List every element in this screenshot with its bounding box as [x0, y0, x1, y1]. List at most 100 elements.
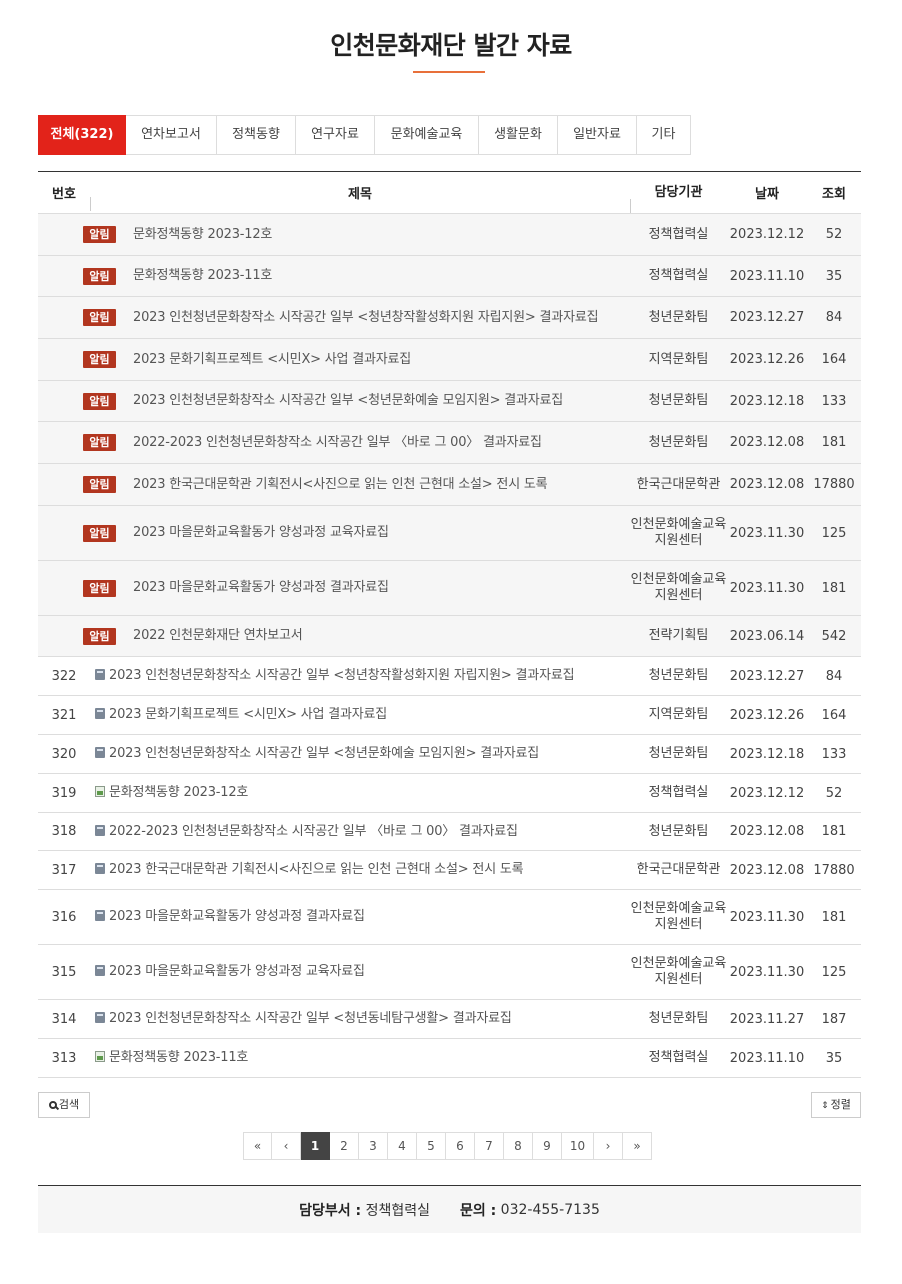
page-2-button[interactable]: 2: [330, 1132, 359, 1160]
row-title-label[interactable]: 2023 인천청년문화창작소 시작공간 일부 <청년창작활성화지원 자립지원> …: [109, 668, 575, 683]
row-title-text[interactable]: 문화정책동향 2023-12호: [133, 227, 272, 243]
row-title-label[interactable]: 문화정책동향 2023-12호: [109, 785, 248, 800]
row-hits: 17880: [813, 477, 855, 492]
row-title-text[interactable]: 2023 인천청년문화창작소 시작공간 일부 <청년창작활성화지원 자립지원> …: [133, 310, 599, 326]
row-title[interactable]: 알림 2023 인천청년문화창작소 시작공간 일부 <청년창작활성화지원 자립지원…: [83, 309, 630, 326]
row-dept: 청년문화팀: [648, 309, 709, 325]
page-first-button[interactable]: «: [243, 1132, 272, 1160]
table-row[interactable]: 317 2023 한국근대문학관 기획전시<사진으로 읽는 인천 근현대 소설> …: [38, 851, 861, 890]
page-9-button[interactable]: 9: [533, 1132, 562, 1160]
tab-research[interactable]: 연구자료: [296, 115, 375, 155]
row-title-label[interactable]: 2023 마을문화교육활동가 양성과정 결과자료집: [109, 909, 365, 924]
row-title[interactable]: 알림 문화정책동향 2023-11호: [83, 267, 630, 285]
page-5-button[interactable]: 5: [417, 1132, 446, 1160]
search-button[interactable]: 검색: [38, 1092, 90, 1118]
notice-row[interactable]: 알림 문화정책동향 2023-11호 정책협력실 2023.11.10 35: [38, 256, 861, 297]
row-title[interactable]: 알림 2022-2023 인천청년문화창작소 시작공간 일부 〈바로 그 00〉 …: [83, 434, 630, 451]
row-title[interactable]: 2023 인천청년문화창작소 시작공간 일부 <청년문화예술 모임지원> 결과자…: [90, 746, 630, 762]
notice-row[interactable]: 알림 2023 마을문화교육활동가 양성과정 교육자료집 인천문화예술교육지원센터 2…: [38, 506, 861, 561]
tab-arts-education[interactable]: 문화예술교육: [375, 115, 479, 155]
row-title-text[interactable]: 문화정책동향 2023-11호: [95, 1050, 248, 1066]
row-title-text[interactable]: 2023 문화기획프로젝트 <시민X> 사업 결과자료집: [95, 707, 387, 723]
table-row[interactable]: 314 2023 인천청년문화창작소 시작공간 일부 <청년동네탐구생활> 결과자…: [38, 1000, 861, 1039]
row-title-label[interactable]: 2022-2023 인천청년문화창작소 시작공간 일부 〈바로 그 00〉 결과…: [109, 824, 518, 839]
row-title[interactable]: 알림 2023 인천청년문화창작소 시작공간 일부 <청년문화예술 모임지원> 결…: [83, 392, 630, 410]
notice-row[interactable]: 알림 2023 문화기획프로젝트 <시민X> 사업 결과자료집 지역문화팀 2023.…: [38, 339, 861, 381]
tab-etc[interactable]: 기타: [637, 115, 691, 155]
row-title[interactable]: 2022-2023 인천청년문화창작소 시작공간 일부 〈바로 그 00〉 결과…: [90, 824, 630, 840]
table-row[interactable]: 320 2023 인천청년문화창작소 시작공간 일부 <청년문화예술 모임지원> …: [38, 735, 861, 774]
page-next-button[interactable]: ›: [594, 1132, 623, 1160]
row-title[interactable]: 2023 문화기획프로젝트 <시민X> 사업 결과자료집: [90, 707, 630, 723]
row-title-label[interactable]: 문화정책동향 2023-11호: [109, 1050, 248, 1065]
row-title[interactable]: 알림 2023 문화기획프로젝트 <시민X> 사업 결과자료집: [83, 351, 630, 368]
row-num: 319: [51, 785, 77, 801]
table-row[interactable]: 321 2023 문화기획프로젝트 <시민X> 사업 결과자료집 지역문화팀 2023…: [38, 696, 861, 735]
row-title[interactable]: 문화정책동향 2023-11호: [90, 1050, 630, 1066]
row-title-text[interactable]: 문화정책동향 2023-12호: [95, 785, 248, 801]
table-row[interactable]: 318 2022-2023 인천청년문화창작소 시작공간 일부 〈바로 그 00〉…: [38, 813, 861, 851]
row-title[interactable]: 2023 인천청년문화창작소 시작공간 일부 <청년창작활성화지원 자립지원> …: [90, 668, 630, 684]
row-title-text[interactable]: 2022-2023 인천청년문화창작소 시작공간 일부 〈바로 그 00〉 결과…: [133, 435, 542, 451]
table-row[interactable]: 313 문화정책동향 2023-11호 정책협력실 2023.11.10 35: [38, 1039, 861, 1078]
row-title-label[interactable]: 2023 마을문화교육활동가 양성과정 교육자료집: [109, 964, 365, 979]
notice-row[interactable]: 알림 2023 한국근대문학관 기획전시<사진으로 읽는 인천 근현대 소설> 전…: [38, 464, 861, 506]
row-title-text[interactable]: 2022-2023 인천청년문화창작소 시작공간 일부 〈바로 그 00〉 결과…: [95, 824, 518, 840]
row-title[interactable]: 알림 2022 인천문화재단 연차보고서: [83, 627, 630, 645]
notice-row[interactable]: 알림 문화정책동향 2023-12호 정책협력실 2023.12.12 52: [38, 214, 861, 256]
row-title-label[interactable]: 2023 인천청년문화창작소 시작공간 일부 <청년동네탐구생활> 결과자료집: [109, 1011, 512, 1026]
row-title-text[interactable]: 2023 한국근대문학관 기획전시<사진으로 읽는 인천 근현대 소설> 전시 …: [95, 862, 524, 878]
tab-annual-report[interactable]: 연차보고서: [126, 115, 217, 155]
row-title-label[interactable]: 2023 인천청년문화창작소 시작공간 일부 <청년문화예술 모임지원> 결과자…: [109, 746, 539, 761]
table-row[interactable]: 319 문화정책동향 2023-12호 정책협력실 2023.12.12 52: [38, 774, 861, 813]
row-title-text[interactable]: 2023 인천청년문화창작소 시작공간 일부 <청년문화예술 모임지원> 결과자…: [95, 746, 539, 762]
notice-row[interactable]: 알림 2023 인천청년문화창작소 시작공간 일부 <청년문화예술 모임지원> 결…: [38, 381, 861, 422]
row-title[interactable]: 2023 마을문화교육활동가 양성과정 교육자료집: [90, 964, 630, 980]
page-1-button[interactable]: 1: [301, 1132, 330, 1160]
row-title-text[interactable]: 2022 인천문화재단 연차보고서: [133, 628, 303, 644]
row-title-text[interactable]: 2023 한국근대문학관 기획전시<사진으로 읽는 인천 근현대 소설> 전시 …: [133, 477, 548, 493]
row-title-text[interactable]: 문화정책동향 2023-11호: [133, 268, 272, 284]
row-title-text[interactable]: 2023 마을문화교육활동가 양성과정 교육자료집: [95, 964, 365, 980]
tab-general[interactable]: 일반자료: [558, 115, 637, 155]
notice-row[interactable]: 알림 2022-2023 인천청년문화창작소 시작공간 일부 〈바로 그 00〉 …: [38, 422, 861, 464]
tab-life-culture[interactable]: 생활문화: [479, 115, 558, 155]
page-last-button[interactable]: »: [623, 1132, 652, 1160]
row-title[interactable]: 알림 2023 마을문화교육활동가 양성과정 결과자료집: [83, 579, 630, 597]
row-title[interactable]: 문화정책동향 2023-12호: [90, 785, 630, 801]
row-title-text[interactable]: 2023 인천청년문화창작소 시작공간 일부 <청년창작활성화지원 자립지원> …: [95, 668, 575, 684]
page-3-button[interactable]: 3: [359, 1132, 388, 1160]
row-title-label[interactable]: 2023 한국근대문학관 기획전시<사진으로 읽는 인천 근현대 소설> 전시 …: [109, 862, 524, 877]
tab-policy-trend[interactable]: 정책동향: [217, 115, 296, 155]
row-title[interactable]: 2023 마을문화교육활동가 양성과정 결과자료집: [90, 909, 630, 925]
row-title-text[interactable]: 2023 인천청년문화창작소 시작공간 일부 <청년문화예술 모임지원> 결과자…: [133, 393, 563, 409]
row-title-text[interactable]: 2023 마을문화교육활동가 양성과정 교육자료집: [133, 525, 389, 541]
table-row[interactable]: 315 2023 마을문화교육활동가 양성과정 교육자료집 인천문화예술교육지원센터…: [38, 945, 861, 1000]
notice-row[interactable]: 알림 2023 마을문화교육활동가 양성과정 결과자료집 인천문화예술교육지원센터 2…: [38, 561, 861, 616]
page-8-button[interactable]: 8: [504, 1132, 533, 1160]
page-prev-button[interactable]: ‹: [272, 1132, 301, 1160]
row-title-text[interactable]: 2023 인천청년문화창작소 시작공간 일부 <청년동네탐구생활> 결과자료집: [95, 1011, 512, 1027]
notice-badge: 알림: [83, 579, 116, 597]
page-6-button[interactable]: 6: [446, 1132, 475, 1160]
sort-button[interactable]: ⇕ 정렬: [811, 1092, 861, 1118]
row-title-text[interactable]: 2023 마을문화교육활동가 양성과정 결과자료집: [133, 580, 389, 596]
row-title[interactable]: 알림 2023 마을문화교육활동가 양성과정 교육자료집: [83, 524, 630, 542]
row-title-text[interactable]: 2023 마을문화교육활동가 양성과정 결과자료집: [95, 909, 365, 925]
row-dept: 정책협력실: [648, 268, 709, 283]
row-dept: 정책협력실: [648, 226, 709, 242]
page-4-button[interactable]: 4: [388, 1132, 417, 1160]
row-title[interactable]: 2023 인천청년문화창작소 시작공간 일부 <청년동네탐구생활> 결과자료집: [90, 1011, 630, 1027]
page-10-button[interactable]: 10: [562, 1132, 594, 1160]
notice-row[interactable]: 알림 2022 인천문화재단 연차보고서 전략기획팀 2023.06.14 542: [38, 616, 861, 657]
table-row[interactable]: 316 2023 마을문화교육활동가 양성과정 결과자료집 인천문화예술교육지원센터…: [38, 890, 861, 945]
notice-row[interactable]: 알림 2023 인천청년문화창작소 시작공간 일부 <청년창작활성화지원 자립지원…: [38, 297, 861, 339]
row-title-label[interactable]: 2023 문화기획프로젝트 <시민X> 사업 결과자료집: [109, 707, 387, 722]
table-row[interactable]: 322 2023 인천청년문화창작소 시작공간 일부 <청년창작활성화지원 자립지…: [38, 657, 861, 696]
row-title[interactable]: 알림 2023 한국근대문학관 기획전시<사진으로 읽는 인천 근현대 소설> 전…: [83, 476, 630, 493]
row-title[interactable]: 알림 문화정책동향 2023-12호: [83, 226, 630, 243]
row-title[interactable]: 2023 한국근대문학관 기획전시<사진으로 읽는 인천 근현대 소설> 전시 …: [90, 862, 630, 878]
tab-all[interactable]: 전체(322): [38, 115, 126, 155]
page-7-button[interactable]: 7: [475, 1132, 504, 1160]
row-title-text[interactable]: 2023 문화기획프로젝트 <시민X> 사업 결과자료집: [133, 352, 411, 368]
